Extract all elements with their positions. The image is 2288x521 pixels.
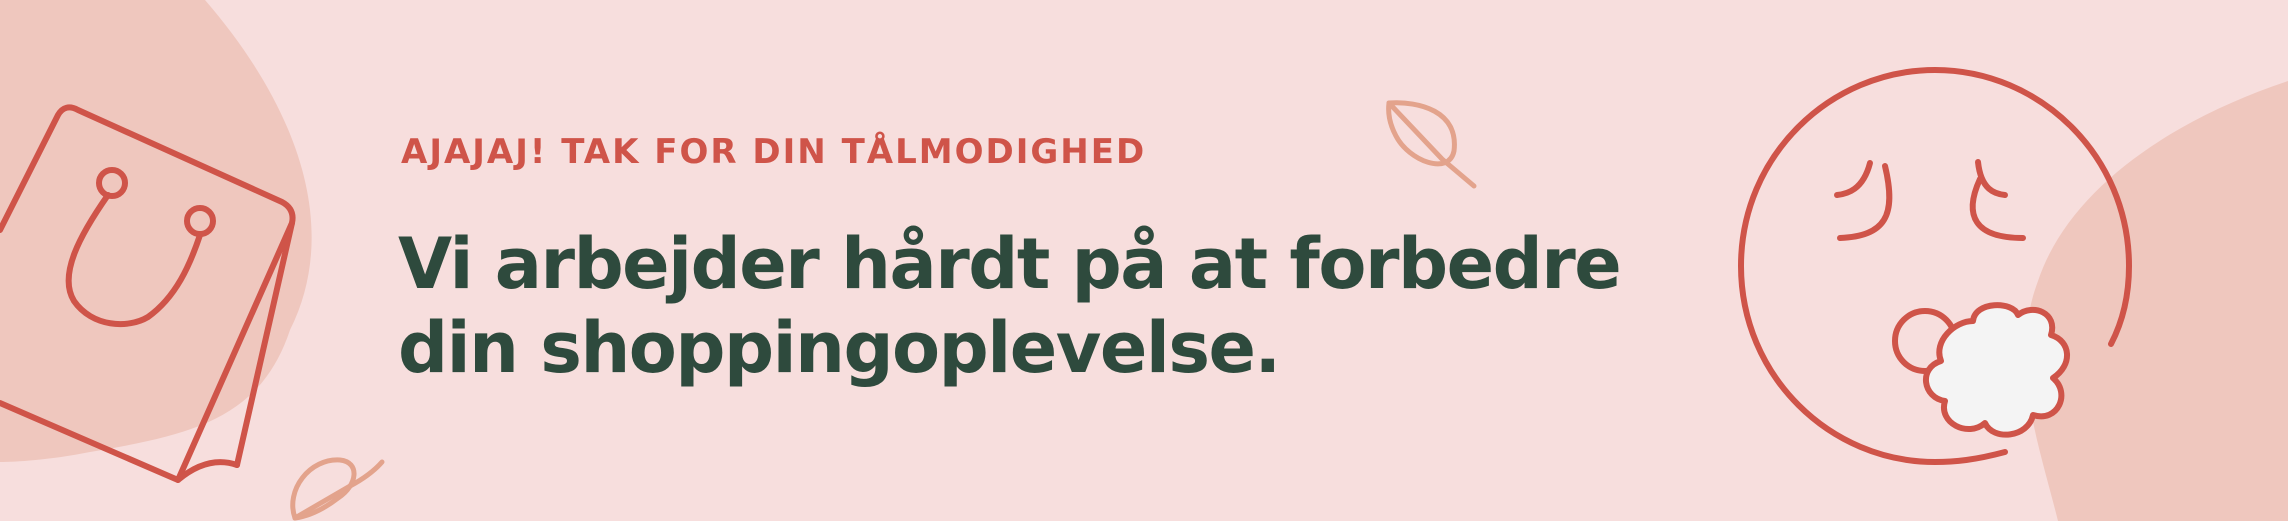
eyebrow-text: AJAJAJ! TAK FOR DIN TÅLMODIGHED — [401, 132, 1147, 172]
leaf-icon — [290, 457, 385, 521]
headline: Vi arbejder hårdt på at forbedre din sho… — [398, 222, 1698, 390]
headline-line-1: Vi arbejder hårdt på at forbedre — [398, 223, 1622, 305]
leaf-icon — [1386, 100, 1477, 189]
headline-line-2: din shoppingoplevelse. — [398, 307, 1281, 389]
cloud-icon — [1892, 302, 2070, 438]
shopping-bag-icon — [0, 104, 296, 483]
maintenance-banner: AJAJAJ! TAK FOR DIN TÅLMODIGHED Vi arbej… — [0, 0, 2288, 521]
